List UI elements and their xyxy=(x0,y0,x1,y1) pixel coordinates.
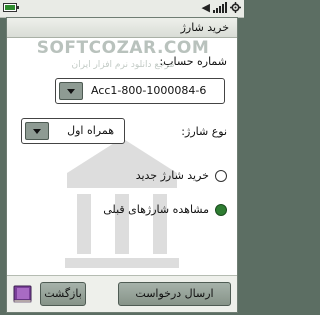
account-label: شماره حساب: xyxy=(159,55,227,68)
charge-type-label: نوع شارژ: xyxy=(181,125,227,138)
radio-button[interactable] xyxy=(215,169,227,182)
signal-icon xyxy=(213,2,227,13)
chevron-down-icon[interactable] xyxy=(59,82,83,100)
radio-button[interactable] xyxy=(215,203,227,216)
send-request-button[interactable]: ارسال درخواست xyxy=(118,282,231,306)
status-icons: ◀ xyxy=(202,1,241,14)
charge-type-select[interactable]: همراه اول xyxy=(21,118,125,144)
book-icon[interactable] xyxy=(12,283,34,305)
speaker-icon: ◀ xyxy=(201,1,210,14)
bottom-toolbar: بازگشت ارسال درخواست xyxy=(7,275,237,312)
charge-type-value: همراه اول xyxy=(67,124,114,137)
battery-icon xyxy=(3,3,19,12)
charge-purchase-window: خرید شارژ SOFTCOZAR.COM مرجع دانلود نرم … xyxy=(6,17,238,313)
status-bar: ◀ xyxy=(0,0,244,18)
radio-label: خرید شارژ جدید xyxy=(135,169,209,182)
chevron-down-icon[interactable] xyxy=(25,122,49,140)
radio-previous-charges[interactable]: مشاهده شارژهای قبلی xyxy=(103,203,227,216)
window-title: خرید شارژ xyxy=(7,18,237,38)
radio-new-charge[interactable]: خرید شارژ جدید xyxy=(136,169,227,182)
radio-label: مشاهده شارژهای قبلی xyxy=(103,203,209,216)
account-value: Acc1-800-1000084-6 xyxy=(91,84,207,97)
account-select[interactable]: Acc1-800-1000084-6 xyxy=(55,78,225,104)
back-button[interactable]: بازگشت xyxy=(40,282,86,306)
gear-icon[interactable] xyxy=(230,2,241,13)
